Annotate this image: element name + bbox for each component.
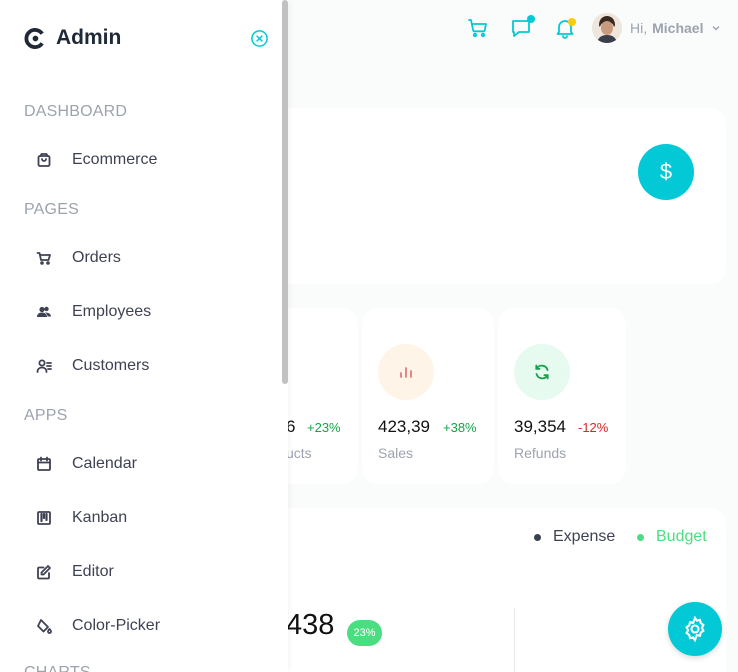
- sidebar-item-calendar[interactable]: Calendar: [24, 444, 274, 484]
- settings-button[interactable]: [668, 602, 722, 656]
- cart-icon: [24, 250, 64, 266]
- kanban-icon: [24, 510, 64, 526]
- legend-dot: [637, 533, 644, 541]
- stat-label: ucts: [286, 445, 312, 461]
- stat-amount: 39,354: [514, 417, 566, 436]
- section-pages: PAGES: [24, 201, 79, 218]
- sidebar-item-label: Calendar: [72, 455, 137, 472]
- earnings-card: $: [288, 108, 726, 284]
- user-name: Michael: [652, 20, 704, 36]
- sidebar-item-employees[interactable]: Employees: [24, 292, 274, 332]
- revenue-value: 438: [286, 609, 335, 641]
- chat-icon[interactable]: [509, 15, 535, 40]
- legend-dot: [534, 533, 541, 541]
- sidebar-item-ecommerce[interactable]: Ecommerce: [24, 140, 274, 180]
- customer-list-icon: [24, 358, 64, 374]
- edit-icon: [24, 564, 64, 580]
- legend-expense: Expense: [534, 528, 615, 546]
- chat-dot: [527, 15, 535, 23]
- sidebar-item-label: Kanban: [72, 509, 128, 526]
- sidebar-item-orders[interactable]: Orders: [24, 238, 274, 278]
- bell-icon[interactable]: [553, 16, 577, 40]
- stat-change: -12%: [578, 420, 609, 435]
- percent-badge: 23%: [347, 620, 382, 646]
- sidebar-item-label: Customers: [72, 357, 150, 374]
- stat-change: +38%: [443, 420, 477, 435]
- sidebar: Admin DASHBOARD Ecommerce PAGES Orders E…: [0, 0, 288, 672]
- close-icon[interactable]: [250, 29, 269, 48]
- chevron-down-icon[interactable]: [711, 23, 721, 33]
- paint-bucket-icon: [24, 618, 64, 634]
- notification-dot: [568, 18, 576, 26]
- bar-chart-icon: [378, 344, 434, 400]
- stat-amount: 423,39: [378, 417, 430, 436]
- dollar-icon[interactable]: $: [638, 144, 694, 200]
- users-icon: [24, 304, 64, 320]
- sidebar-item-label: Employees: [72, 303, 152, 320]
- gear-icon: [685, 615, 705, 643]
- stat-label: Sales: [378, 445, 414, 461]
- logo-text: Admin: [56, 26, 122, 49]
- refresh-icon: [514, 344, 570, 400]
- sidebar-item-customers[interactable]: Customers: [24, 346, 274, 386]
- section-apps: APPS: [24, 407, 68, 424]
- stat-label: Refunds: [514, 445, 567, 461]
- cart-icon[interactable]: [466, 16, 490, 40]
- sidebar-item-kanban[interactable]: Kanban: [24, 498, 274, 538]
- logo-icon: [24, 27, 44, 49]
- sidebar-scrollbar[interactable]: [282, 0, 288, 384]
- sidebar-item-label: Ecommerce: [72, 151, 158, 168]
- sidebar-item-editor[interactable]: Editor: [24, 552, 274, 592]
- sidebar-item-label: Orders: [72, 249, 121, 266]
- user-profile[interactable]: Hi, Michael: [592, 12, 721, 44]
- legend-budget: Budget: [637, 528, 707, 546]
- avatar: [592, 13, 622, 43]
- sidebar-item-label: Color-Picker: [72, 617, 161, 634]
- greeting-text: Hi,: [630, 20, 648, 36]
- calendar-icon: [24, 456, 64, 472]
- shopping-bag-icon: [24, 152, 64, 168]
- legend-expense-label: Expense: [553, 528, 616, 545]
- stat-change: +23%: [307, 420, 341, 435]
- section-charts: CHARTS: [24, 664, 91, 672]
- legend-budget-label: Budget: [656, 528, 707, 545]
- app-logo[interactable]: Admin: [24, 26, 121, 50]
- divider: [514, 608, 515, 672]
- sidebar-item-color-picker[interactable]: Color-Picker: [24, 606, 274, 646]
- section-dashboard: DASHBOARD: [24, 103, 128, 120]
- sidebar-item-label: Editor: [72, 563, 114, 580]
